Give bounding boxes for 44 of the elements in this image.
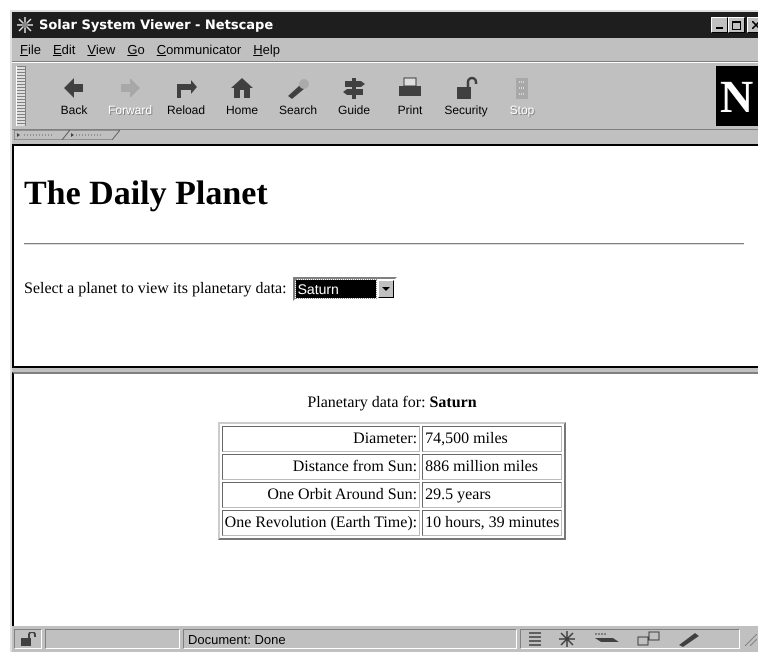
maximize-icon — [732, 20, 741, 30]
toolbar-button[interactable]: Home — [214, 72, 270, 120]
toolbar-button[interactable]: Back — [46, 72, 102, 120]
window-title: Solar System Viewer - Netscape — [39, 18, 274, 32]
toolbar-button[interactable]: Print — [382, 72, 438, 120]
table-cell: One Orbit Around Sun: — [222, 482, 420, 508]
prompt-text: Select a planet to view its planetary data: — [24, 280, 287, 298]
maximize-button[interactable] — [728, 17, 745, 33]
list-icon[interactable] — [529, 631, 541, 647]
table-cell: One Revolution (Earth Time): — [222, 510, 420, 536]
table-cell: 74,500 miles — [422, 426, 562, 452]
menu-item[interactable]: Communicator — [150, 42, 248, 57]
padlock-icon[interactable] — [20, 632, 36, 646]
signpost-icon — [341, 76, 367, 100]
caret-icon — [382, 287, 390, 291]
table-cell: 10 hours, 39 minutes — [422, 510, 562, 536]
collapse-tab-icon[interactable] — [14, 130, 120, 140]
table-cell: Distance from Sun: — [222, 454, 420, 480]
starburst-icon — [16, 16, 34, 34]
toolbar-button[interactable]: Reload — [158, 72, 214, 120]
table-cell: 886 million miles — [422, 454, 562, 480]
menu-item[interactable]: Edit — [46, 42, 82, 57]
house-icon — [229, 76, 255, 100]
menu-item[interactable]: Help — [247, 42, 286, 57]
close-icon — [752, 21, 758, 29]
logo: N — [716, 66, 758, 126]
resize-grip-icon[interactable] — [743, 632, 757, 646]
table-cell: 29.5 years — [422, 482, 562, 508]
chat-icon[interactable] — [637, 631, 661, 647]
table-cell: Diameter: — [222, 426, 420, 452]
pen-icon[interactable] — [677, 631, 701, 647]
page-heading: The Daily Planet — [24, 175, 269, 213]
planet-dropdown[interactable]: Saturn — [292, 277, 397, 301]
menu-item[interactable]: Go — [121, 42, 151, 57]
starburst-icon[interactable] — [557, 631, 577, 647]
caption: Planetary data for: Saturn — [306, 394, 478, 412]
toolbar-button[interactable]: Search — [270, 72, 326, 120]
menu-item[interactable]: View — [81, 42, 122, 57]
toolbar-button[interactable]: Guide — [326, 72, 382, 120]
menu-item[interactable]: File — [14, 42, 47, 57]
toolbar-grip[interactable] — [16, 66, 26, 126]
minimize-button[interactable] — [711, 17, 728, 33]
toolbar-button[interactable]: Security — [438, 72, 494, 120]
status-text: Document: Done — [188, 632, 286, 646]
